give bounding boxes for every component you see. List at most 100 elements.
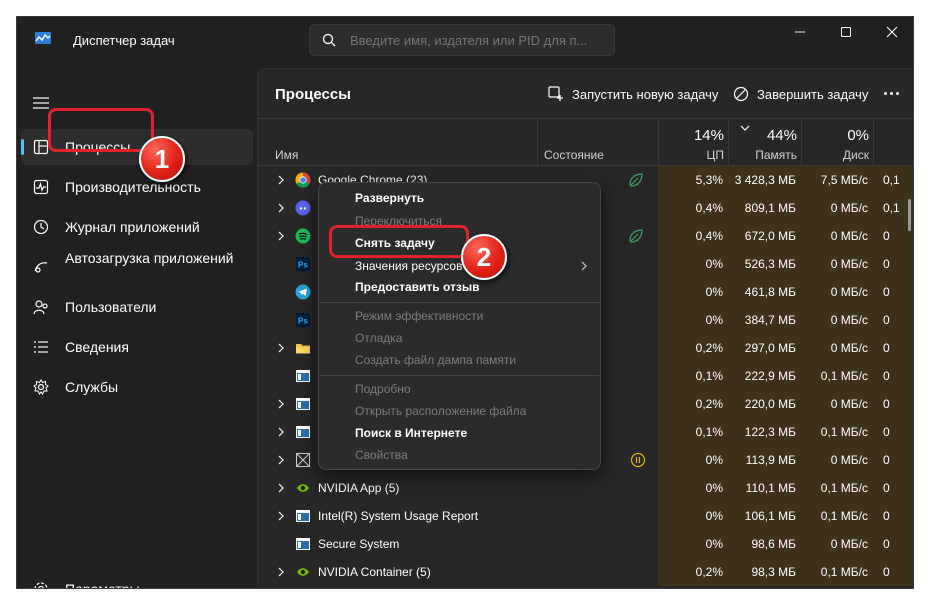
table-row[interactable]: Intel(R) System Usage Report 0% 106,1 МБ… (258, 502, 913, 530)
end-task-button[interactable]: Завершить задачу (733, 81, 868, 107)
nvidia-icon (297, 484, 309, 492)
disk-cell: 0,1 МБ/с (801, 502, 873, 530)
generic-app-icon (296, 453, 310, 467)
menu-item-resource-values[interactable]: Значения ресурсов (355, 259, 462, 273)
chevron-right-icon (581, 261, 587, 271)
table-row[interactable]: NVIDIA Container (5) 0,2% 98,3 МБ 0,1 МБ… (258, 558, 913, 586)
svg-text:Ps: Ps (298, 261, 308, 270)
menu-item-open-file-location: Открыть расположение файла (355, 404, 527, 418)
search-input[interactable] (350, 31, 605, 49)
cpu-cell: 5,3% (658, 166, 728, 194)
minimize-button[interactable] (777, 17, 823, 47)
expand-chevron-icon[interactable] (277, 455, 285, 465)
disk-cell: 0 МБ/с (801, 194, 873, 222)
close-icon (886, 26, 898, 38)
sidebar-item-settings[interactable]: Параметры (21, 571, 253, 589)
column-header-memory[interactable]: Память (728, 148, 797, 162)
disk-cell: 0 МБ/с (801, 530, 873, 558)
sidebar-item-label: Параметры (65, 581, 140, 589)
page-title: Процессы (275, 86, 351, 103)
run-new-task-button[interactable]: Запустить новую задачу (548, 81, 718, 107)
vertical-scrollbar[interactable] (908, 199, 911, 231)
discord-icon (295, 200, 311, 216)
memory-cell: 297,0 МБ (728, 334, 801, 362)
memory-cell: 113,9 МБ (728, 446, 801, 474)
nvidia-icon (297, 568, 309, 576)
task-manager-app-icon (35, 32, 51, 44)
spotify-icon (295, 228, 311, 244)
photoshop-icon: Ps (296, 313, 310, 327)
efficiency-leaf-icon (629, 229, 643, 243)
memory-cell: 98,3 МБ (728, 558, 801, 586)
expand-chevron-icon[interactable] (277, 399, 285, 409)
window-title: Диспетчер задач (73, 33, 175, 48)
expand-chevron-icon[interactable] (277, 175, 285, 185)
more-dot (889, 91, 893, 95)
annotation-badge-2: 2 (461, 234, 507, 280)
efficiency-leaf-icon (629, 173, 643, 187)
expand-chevron-icon[interactable] (277, 231, 285, 241)
table-header: Имя Состояние 14% ЦП 44% Память 0% Диск (258, 118, 913, 167)
table-row[interactable]: Secure System 0% 98,6 МБ 0 МБ/с 0 (258, 530, 913, 558)
photoshop-icon: Ps (296, 257, 310, 271)
maximize-button[interactable] (823, 17, 869, 47)
end-task-label: Завершить задачу (757, 86, 869, 102)
annotation-highlight-processes (48, 108, 154, 152)
paused-status-icon (630, 452, 646, 468)
performance-icon (33, 179, 49, 195)
menu-item-feedback[interactable]: Предоставить отзыв (355, 280, 479, 294)
expand-chevron-icon[interactable] (277, 511, 285, 521)
sidebar-item-label: Производительность (65, 179, 201, 195)
search-box[interactable] (309, 24, 615, 56)
chrome-icon (295, 172, 311, 188)
disk-cell: 0 МБ/с (801, 250, 873, 278)
network-cell: 0 (873, 418, 913, 446)
sidebar-item-app-history[interactable]: Журнал приложений (21, 209, 253, 245)
menu-separator (320, 302, 599, 303)
cpu-percent: 14% (693, 127, 724, 144)
sidebar-item-startup[interactable]: Автозагрузка приложений (21, 249, 253, 285)
sidebar-item-details[interactable]: Сведения (21, 329, 253, 365)
table-row[interactable]: NVIDIA App (5) 0% 110,1 МБ 0,1 МБ/с 0 (258, 474, 913, 502)
gear-icon (34, 582, 48, 588)
memory-cell: 110,1 МБ (728, 474, 801, 502)
column-header-disk[interactable]: Диск (801, 148, 869, 162)
disk-cell: 0,1 МБ/с (801, 474, 873, 502)
expand-chevron-icon[interactable] (277, 483, 285, 493)
sidebar-item-services[interactable]: Службы (21, 369, 253, 405)
title-bar: Диспетчер задач (17, 17, 913, 63)
menu-separator (320, 375, 599, 376)
column-header-cpu[interactable]: ЦП (658, 148, 724, 162)
startup-icon (34, 262, 48, 273)
system-window-icon (296, 426, 310, 438)
hamburger-menu-icon[interactable] (33, 97, 49, 109)
cpu-cell: 0,2% (658, 558, 728, 586)
menu-item-debug: Отладка (355, 331, 403, 345)
expand-chevron-icon[interactable] (277, 427, 285, 437)
sidebar-item-performance[interactable]: Производительность (21, 169, 253, 205)
menu-item-expand[interactable]: Развернуть (355, 191, 424, 205)
sidebar-item-users[interactable]: Пользователи (21, 289, 253, 325)
expand-chevron-icon[interactable] (277, 343, 285, 353)
more-options-button[interactable] (878, 85, 904, 101)
expand-chevron-icon[interactable] (277, 567, 285, 577)
cpu-cell: 0,4% (658, 222, 728, 250)
memory-cell: 122,3 МБ (728, 418, 801, 446)
memory-cell: 384,7 МБ (728, 306, 801, 334)
menu-item-efficiency-mode: Режим эффективности (355, 309, 484, 323)
annotation-badge-1: 1 (139, 136, 185, 182)
svg-text:Ps: Ps (298, 317, 308, 326)
history-icon (33, 219, 49, 235)
column-header-name[interactable]: Имя (275, 148, 298, 162)
close-button[interactable] (869, 17, 913, 47)
search-icon (322, 33, 336, 47)
menu-item-search-online[interactable]: Поиск в Интернете (355, 426, 467, 440)
process-name: NVIDIA Container (5) (318, 565, 431, 579)
memory-cell: 220,0 МБ (728, 390, 801, 418)
expand-chevron-icon[interactable] (277, 203, 285, 213)
disk-cell: 0 МБ/с (801, 446, 873, 474)
sidebar-item-label: Пользователи (65, 299, 157, 315)
memory-cell: 106,1 МБ (728, 502, 801, 530)
column-header-status[interactable]: Состояние (544, 148, 604, 162)
network-cell: 0 (873, 474, 913, 502)
